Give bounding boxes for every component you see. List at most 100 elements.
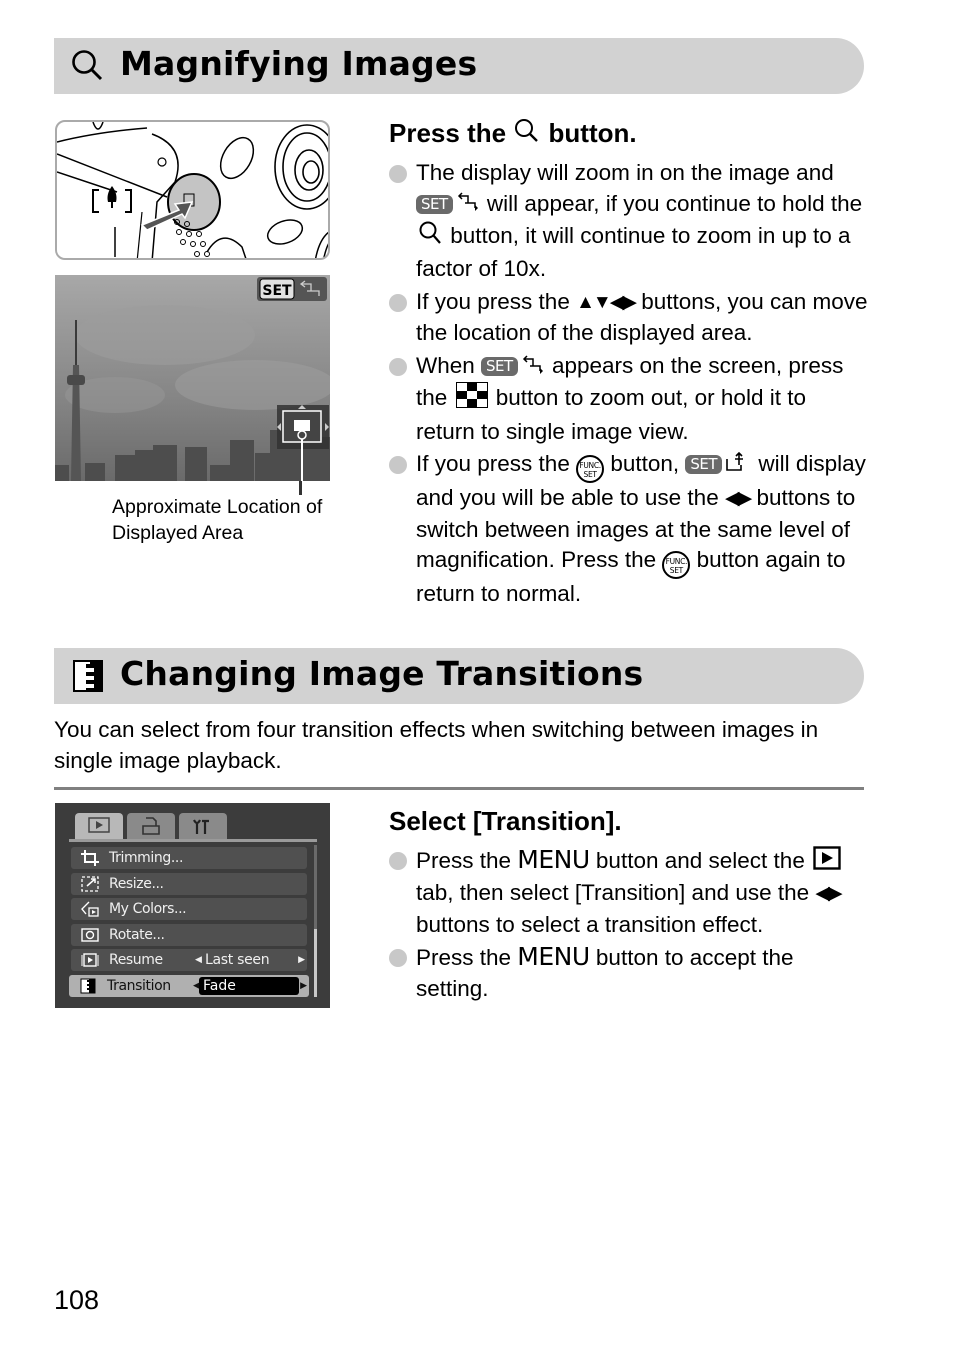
camera-button-illustration bbox=[55, 120, 330, 260]
menu-item-label: Resize... bbox=[109, 875, 164, 892]
right-arrow-icon[interactable]: ▶ bbox=[298, 949, 305, 971]
scrollbar-thumb[interactable] bbox=[314, 928, 317, 997]
tools-icon bbox=[192, 817, 214, 840]
set-button-badge: SET bbox=[416, 194, 453, 214]
bullet-item: If you press the ▲▼◀▶ buttons, you can m… bbox=[389, 287, 869, 349]
print-tab[interactable] bbox=[127, 813, 175, 839]
menu-button-label: MENU bbox=[517, 942, 590, 972]
zoom-move-icon bbox=[455, 189, 479, 220]
magnify-icon bbox=[515, 119, 539, 142]
menu-item-value: Fade bbox=[199, 977, 299, 995]
set-button-badge: SET bbox=[685, 455, 723, 475]
my-colors-icon bbox=[81, 901, 99, 917]
magnify-icon bbox=[72, 50, 103, 81]
bullet-text: buttons to select a transition effect. bbox=[416, 911, 764, 937]
caption-line: Approximate Location of bbox=[112, 496, 323, 518]
bullet-dot bbox=[389, 165, 407, 183]
figure-caption: Approximate Location of Displayed Area bbox=[112, 494, 322, 546]
direction-buttons-icon: ◀▶ bbox=[724, 488, 752, 510]
set-button-badge: SET bbox=[481, 356, 518, 376]
bullet-item: Press the MENU button and select the tab… bbox=[389, 845, 869, 940]
bullet-item: When SET appears on the screen, press th… bbox=[389, 351, 869, 447]
step-title-text: button. bbox=[548, 118, 637, 148]
func-set-label: FUNC. bbox=[579, 461, 601, 471]
menu-item-label: Resume bbox=[109, 952, 163, 969]
menu-item[interactable]: Transition ◀ ▶ Fade bbox=[69, 975, 309, 997]
print-icon bbox=[140, 817, 162, 840]
section-title: Changing Image Transitions bbox=[120, 654, 644, 693]
bullet-text: button, bbox=[604, 451, 686, 477]
image-jump-icon bbox=[724, 450, 750, 481]
bullet-item: Press the MENU button to accept the sett… bbox=[389, 942, 869, 1004]
settings-tab[interactable] bbox=[179, 813, 227, 839]
page-number: 108 bbox=[54, 1285, 100, 1315]
menu-item-label: Trimming... bbox=[109, 850, 184, 866]
menu-item-label: Rotate... bbox=[109, 926, 165, 943]
bullet-text: The display will zoom in on the image an… bbox=[416, 160, 834, 185]
func-set-label: SET bbox=[583, 470, 597, 480]
resume-icon bbox=[81, 952, 99, 968]
bullet-text: Press the bbox=[416, 945, 518, 971]
zoom-tele-icon bbox=[92, 186, 132, 213]
func-set-label: FUNC. bbox=[665, 557, 688, 567]
zoomed-image-screen: SET bbox=[55, 275, 330, 481]
trimming-icon bbox=[81, 850, 99, 866]
caption-line: Displayed Area bbox=[112, 522, 244, 544]
bullet-text: button and select the bbox=[589, 848, 812, 873]
transition-icon bbox=[73, 660, 103, 692]
menu-item-label: My Colors... bbox=[109, 901, 187, 918]
bullet-text: will appear, if you continue to hold the bbox=[480, 190, 863, 216]
bullet-text: button, it will continue to zoom in up t… bbox=[416, 223, 851, 282]
transition-instructions: Press the MENU button and select the tab… bbox=[389, 845, 869, 1006]
rotate-icon bbox=[81, 927, 99, 943]
section-intro: You can select from four transition effe… bbox=[54, 717, 819, 773]
bullet-text: If you press the bbox=[416, 288, 577, 314]
right-arrow-icon[interactable]: ▶ bbox=[300, 975, 307, 997]
section-title: Magnifying Images bbox=[120, 44, 478, 83]
step-title-text: Press the bbox=[389, 118, 507, 148]
step-title-select-transition: Select [Transition]. bbox=[389, 806, 622, 836]
playback-tab[interactable] bbox=[75, 813, 123, 839]
func-set-button-icon: FUNC. SET bbox=[662, 551, 691, 580]
menu-item[interactable]: Trimming... bbox=[71, 847, 307, 869]
section-header-transitions: Changing Image Transitions bbox=[54, 648, 864, 704]
bullet-dot bbox=[389, 357, 407, 376]
bullet-text: Press the bbox=[416, 848, 518, 873]
func-set-label: SET bbox=[669, 566, 683, 576]
bullet-item: The display will zoom in on the image an… bbox=[389, 158, 869, 285]
direction-buttons-icon: ◀▶ bbox=[815, 883, 842, 905]
bullet-item: If you press the FUNC. SET button, SET wi… bbox=[389, 449, 869, 610]
tab-underline bbox=[69, 839, 317, 842]
menu-item[interactable]: My Colors... bbox=[71, 898, 307, 921]
set-zoom-overlay: SET bbox=[257, 277, 327, 301]
bullet-dot bbox=[389, 456, 407, 475]
magnify-icon bbox=[418, 220, 442, 255]
bullet-dot bbox=[389, 293, 407, 312]
menu-item[interactable]: Resume ◀ ▶ Last seen bbox=[71, 949, 307, 972]
menu-item[interactable]: Rotate... bbox=[71, 923, 307, 946]
resize-icon bbox=[81, 875, 99, 892]
menu-item-label: Transition bbox=[107, 978, 171, 994]
bullet-dot bbox=[389, 852, 407, 870]
direction-buttons-icon: ▲▼◀▶ bbox=[576, 291, 637, 313]
menu-button-label: MENU bbox=[517, 845, 590, 874]
section-header-magnifying: Magnifying Images bbox=[54, 38, 864, 94]
menu-item-value: Last seen bbox=[205, 952, 270, 969]
bullet-text: If you press the bbox=[416, 451, 577, 477]
menu-scrollbar[interactable] bbox=[314, 845, 317, 997]
transition-icon bbox=[79, 978, 97, 994]
bullet-dot bbox=[389, 949, 407, 968]
bullet-text: tab, then select [Transition] and use th… bbox=[416, 880, 816, 906]
func-set-button-icon: FUNC. SET bbox=[576, 455, 605, 484]
playback-icon bbox=[88, 817, 110, 838]
bullet-text: When bbox=[416, 352, 482, 378]
playback-tab-icon bbox=[813, 846, 841, 879]
zoom-move-icon bbox=[520, 352, 544, 383]
step-title-press-button: Press the button. bbox=[389, 117, 637, 149]
caption-leader-line bbox=[299, 481, 302, 495]
left-arrow-icon[interactable]: ◀ bbox=[195, 949, 202, 971]
index-icon bbox=[455, 382, 488, 417]
magnify-instructions: The display will zoom in on the image an… bbox=[389, 158, 869, 612]
menu-item[interactable]: Resize... bbox=[71, 872, 307, 895]
svg-text:SET: SET bbox=[262, 283, 292, 299]
